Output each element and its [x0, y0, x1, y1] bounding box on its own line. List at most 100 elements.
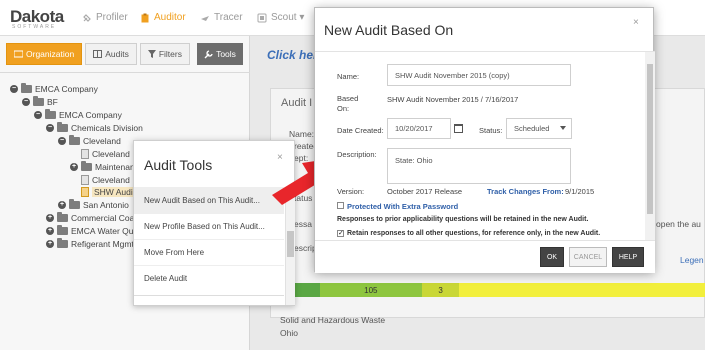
- ok-button[interactable]: OK: [540, 247, 564, 267]
- retain-responses-checkbox[interactable]: ✓: [337, 230, 344, 237]
- tree-node[interactable]: − EMCA Company: [10, 83, 98, 95]
- book-icon: [93, 50, 103, 58]
- expand-icon[interactable]: +: [46, 214, 54, 222]
- organization-icon: [14, 50, 23, 58]
- tab-organization[interactable]: Organization: [6, 43, 83, 65]
- dialog-body: Name: SHW Audit November 2015 (copy) Bas…: [315, 52, 645, 240]
- status-select[interactable]: Scheduled: [506, 118, 572, 139]
- nav-scout[interactable]: Scout ▾: [257, 12, 304, 23]
- expand-icon[interactable]: +: [46, 227, 54, 235]
- legend-link[interactable]: Legen: [680, 255, 704, 265]
- collapse-icon[interactable]: −: [10, 85, 18, 93]
- collapse-icon[interactable]: −: [46, 124, 54, 132]
- left-tabs: Organization Audits Filters: [6, 43, 190, 65]
- tree-node-label: Chemicals Division: [71, 123, 143, 133]
- tab-audits[interactable]: Audits: [85, 43, 137, 65]
- version-value: October 2017 Release: [387, 187, 463, 196]
- tab-organization-label: Organization: [26, 49, 75, 59]
- collapse-icon[interactable]: −: [22, 98, 30, 106]
- help-button[interactable]: HELP: [612, 247, 644, 267]
- expand-icon[interactable]: +: [70, 163, 78, 171]
- name-label: Name:: [337, 72, 360, 81]
- version-label: Version:: [337, 187, 365, 196]
- tree-node-selected[interactable]: SHW Audi: [81, 186, 135, 198]
- nav-auditor-label: Auditor: [154, 12, 186, 23]
- scrollbar-thumb[interactable]: [287, 231, 294, 257]
- nav-auditor[interactable]: Auditor: [140, 12, 186, 23]
- tree-node[interactable]: + Maintenan: [70, 161, 135, 173]
- folder-icon: [21, 83, 32, 93]
- tree-node-label: Maintenan: [95, 162, 135, 172]
- audit-tools-title: Audit Tools: [144, 157, 213, 173]
- protected-label[interactable]: Protected With Extra Password: [347, 202, 458, 211]
- clipboard-icon: [141, 13, 149, 22]
- nav-tracer[interactable]: Tracer: [200, 12, 243, 23]
- scrollbar-thumb[interactable]: [647, 64, 653, 214]
- new-audit-dialog: New Audit Based On × Name: SHW Audit Nov…: [314, 7, 655, 273]
- nav-scout-label: Scout ▾: [271, 12, 305, 23]
- nav-tracer-label: Tracer: [214, 12, 243, 23]
- cancel-button[interactable]: CANCEL: [569, 247, 607, 267]
- calendar-icon[interactable]: [454, 124, 463, 133]
- tree-node-label: Cleveland: [92, 149, 130, 159]
- audit-progress-bar: 105 3: [295, 283, 705, 297]
- tree-node[interactable]: + Commercial Coa: [46, 212, 134, 224]
- date-created-field[interactable]: 10/20/2017: [387, 118, 451, 139]
- tree-node[interactable]: Cleveland: [81, 148, 130, 160]
- name-field[interactable]: SHW Audit November 2015 (copy): [387, 64, 571, 86]
- tree-node[interactable]: + San Antonio: [58, 199, 129, 211]
- progress-segment: [295, 283, 320, 297]
- tree-node-label: EMCA Company: [59, 110, 122, 120]
- menu-item-move-from-here[interactable]: Move From Here: [134, 239, 284, 265]
- audit-panel-title: Audit I: [281, 97, 313, 109]
- progress-segment: [458, 283, 705, 297]
- folder-icon: [57, 212, 68, 222]
- progress-segment: 3: [422, 283, 459, 297]
- tree-node-label: Cleveland: [92, 175, 130, 185]
- folder-icon: [57, 122, 68, 132]
- tree-node[interactable]: − BF: [22, 96, 58, 108]
- nav-profiler-label: Profiler: [96, 12, 128, 23]
- menu-item-delete-audit[interactable]: Delete Audit: [134, 265, 284, 291]
- tools-button[interactable]: Tools: [197, 43, 243, 65]
- chevron-down-icon: [560, 126, 566, 130]
- dialog-title: New Audit Based On: [324, 22, 454, 38]
- document-icon: [81, 175, 89, 185]
- folder-icon: [57, 225, 68, 235]
- audit-message-label: essa: [294, 219, 312, 229]
- audit-document-icon: [81, 187, 89, 197]
- dialog-footer: OK CANCEL HELP: [315, 240, 655, 273]
- audit-footer-info: Solid and Hazardous Waste Ohio: [280, 314, 385, 340]
- audit-tools-menu: New Audit Based on This Audit... New Pro…: [134, 187, 284, 291]
- tree-node[interactable]: + EMCA Water Qua: [46, 225, 138, 237]
- tree-node[interactable]: Cleveland: [81, 174, 130, 186]
- dialog-scrollbar[interactable]: [645, 52, 655, 240]
- expand-icon[interactable]: +: [58, 201, 66, 209]
- document-icon: [81, 149, 89, 159]
- tree-node[interactable]: − EMCA Company: [34, 109, 122, 121]
- menu-item-new-audit-based-on[interactable]: New Audit Based on This Audit...: [134, 187, 284, 213]
- tree-node-label: BF: [47, 97, 58, 107]
- track-changes-date: 9/1/2015: [565, 187, 595, 196]
- nav-profiler[interactable]: Profiler: [82, 12, 128, 23]
- tab-filters[interactable]: Filters: [139, 43, 190, 65]
- collapse-icon[interactable]: −: [34, 111, 42, 119]
- track-changes-link[interactable]: Track Changes From:: [487, 187, 564, 196]
- description-label: Description:: [337, 150, 377, 159]
- tree-node[interactable]: − Cleveland: [58, 135, 121, 147]
- open-audit-text: open the au: [656, 219, 701, 229]
- wrench-icon: [204, 49, 213, 58]
- tab-audits-label: Audits: [105, 49, 129, 59]
- status-selected-value: Scheduled: [514, 124, 550, 133]
- collapse-icon[interactable]: −: [58, 137, 66, 145]
- description-field[interactable]: State: Ohio: [387, 148, 571, 184]
- expand-icon[interactable]: +: [46, 240, 54, 248]
- tree-node[interactable]: − Chemicals Division: [46, 122, 143, 134]
- tree-node-label: Refigerant Mgmt: [71, 239, 134, 249]
- tree-node[interactable]: + Refigerant Mgmt: [46, 238, 134, 250]
- protected-checkbox[interactable]: [337, 202, 344, 209]
- folder-icon: [33, 96, 44, 106]
- retention-note: Responses to prior applicability questio…: [337, 216, 589, 223]
- menu-item-new-profile-based-on[interactable]: New Profile Based on This Audit...: [134, 213, 284, 239]
- close-icon[interactable]: ×: [633, 17, 639, 28]
